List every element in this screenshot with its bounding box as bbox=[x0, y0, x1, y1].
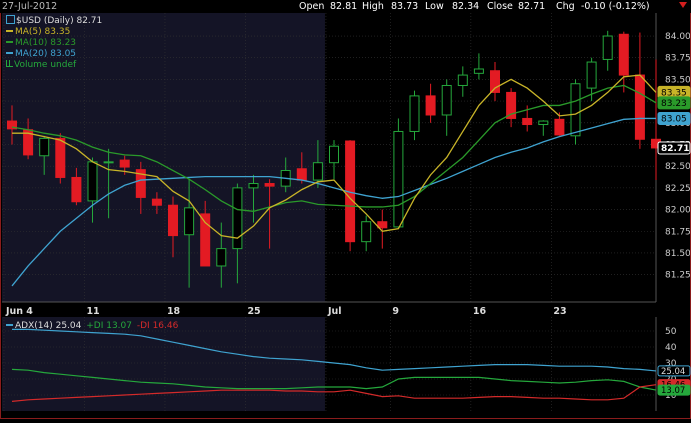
candle-body bbox=[71, 176, 82, 203]
ma10-line-icon bbox=[6, 41, 13, 43]
ma10-value-box-text: 83.23 bbox=[661, 99, 687, 109]
chart-svg: 84.0083.7583.5083.2583.0082.7582.5082.25… bbox=[0, 12, 691, 419]
candle-body bbox=[554, 118, 565, 136]
y-tick-label: 82.00 bbox=[665, 206, 691, 216]
x-tick-label: 16 bbox=[473, 306, 487, 317]
y-tick-label: 81.75 bbox=[665, 227, 691, 237]
candle-body bbox=[39, 137, 50, 157]
candle-body bbox=[232, 187, 243, 250]
legend-ma20: MA(20) 83.05 bbox=[6, 49, 76, 59]
candle-body bbox=[457, 74, 468, 86]
x-tick-label: 25 bbox=[247, 306, 260, 317]
pdi-value-box-text: 13.07 bbox=[661, 386, 685, 396]
volume-icon bbox=[6, 60, 13, 67]
ma5-line-icon bbox=[6, 30, 13, 32]
adx-y-tick-label: 40 bbox=[665, 343, 677, 353]
high-value: 83.73 bbox=[391, 1, 419, 12]
low-label: Low bbox=[425, 1, 444, 12]
candle-body bbox=[296, 168, 307, 181]
candle-body bbox=[216, 248, 227, 267]
high-label: High bbox=[362, 1, 384, 12]
adx-legend-text: ADX(14) 25.04 bbox=[15, 321, 82, 331]
x-tick-label: 9 bbox=[392, 306, 399, 317]
legend-volume-text: Volume undef bbox=[14, 60, 77, 70]
candle-body bbox=[490, 70, 500, 93]
ma20-value-box-text: 83.05 bbox=[661, 114, 687, 124]
y-tick-label: 83.50 bbox=[665, 75, 691, 85]
x-tick-label: 18 bbox=[167, 306, 181, 317]
candle-body bbox=[473, 68, 484, 74]
y-tick-label: 82.25 bbox=[665, 184, 691, 194]
candle-body bbox=[538, 120, 549, 126]
candle-body bbox=[441, 84, 452, 116]
candle-body bbox=[634, 74, 645, 140]
candle-body bbox=[409, 95, 420, 132]
candle-body bbox=[151, 198, 162, 206]
candle-icon bbox=[6, 15, 15, 24]
candle-body bbox=[168, 204, 178, 237]
close-label: Close bbox=[487, 1, 513, 12]
adx-value-box-text: 25.04 bbox=[661, 367, 685, 377]
y-tick-label: 83.75 bbox=[665, 54, 691, 64]
candle-body bbox=[586, 61, 597, 89]
date-label: 27-Jul-2012 bbox=[2, 1, 58, 12]
candle-body bbox=[377, 221, 388, 229]
candle-body bbox=[103, 161, 114, 164]
candle-body bbox=[87, 161, 98, 202]
adx-y-tick-label: 50 bbox=[665, 327, 677, 337]
adx-line-icon bbox=[6, 324, 13, 326]
chg-value: -0.10 (-0.12%) bbox=[581, 1, 650, 12]
legend-ma20-text: MA(20) 83.05 bbox=[15, 49, 77, 59]
candle-body bbox=[55, 137, 66, 178]
candle-body bbox=[264, 183, 275, 187]
x-tick-label: 11 bbox=[86, 306, 99, 317]
candle-body bbox=[329, 145, 339, 164]
candle-body bbox=[119, 159, 130, 168]
candle-body bbox=[312, 162, 323, 181]
pdi-legend-text: +DI 13.07 bbox=[86, 321, 132, 331]
legend-ma5-text: MA(5) 83.35 bbox=[15, 27, 71, 37]
ma20-line-icon bbox=[6, 52, 13, 54]
legend-symbol-text: $USD (Daily) 82.71 bbox=[16, 16, 103, 26]
collapse-arrow-icon[interactable] bbox=[679, 2, 687, 8]
y-tick-label: 82.50 bbox=[665, 162, 691, 172]
legend-ma5: MA(5) 83.35 bbox=[6, 27, 70, 37]
candle-body bbox=[184, 207, 195, 236]
legend-symbol: $USD (Daily) 82.71 bbox=[6, 15, 102, 26]
legend-ma10-text: MA(10) 83.23 bbox=[15, 38, 77, 48]
candle-body bbox=[393, 130, 404, 228]
low-value: 82.34 bbox=[452, 1, 480, 12]
last-price-box-text: 82.71 bbox=[661, 144, 689, 154]
legend-ma10: MA(10) 83.23 bbox=[6, 38, 76, 48]
candle-body bbox=[425, 95, 436, 116]
legend-volume: Volume undef bbox=[6, 60, 76, 70]
candle-body bbox=[570, 83, 581, 137]
chg-label: Chg bbox=[556, 1, 575, 12]
y-tick-label: 84.00 bbox=[665, 32, 691, 42]
candle-body bbox=[522, 117, 533, 126]
quote-header: 27-Jul-2012 Open 82.81 High 83.73 Low 82… bbox=[0, 0, 691, 13]
mdi-legend-text: -DI 16.46 bbox=[136, 321, 179, 331]
close-value: 82.71 bbox=[518, 1, 546, 12]
y-tick-label: 81.50 bbox=[665, 249, 691, 259]
candle-body bbox=[618, 33, 629, 76]
candle-body bbox=[602, 35, 613, 60]
candle-body bbox=[361, 221, 372, 243]
x-tick-label: 23 bbox=[553, 306, 566, 317]
x-tick-label: Jul bbox=[327, 306, 342, 317]
x-tick-label: Jun 4 bbox=[5, 306, 33, 317]
adx-legend: ADX(14) 25.04 +DI 13.07 -DI 16.46 bbox=[6, 321, 178, 331]
candle-body bbox=[248, 183, 259, 189]
open-value: 82.81 bbox=[330, 1, 358, 12]
y-tick-label: 81.25 bbox=[665, 271, 691, 281]
open-label: Open bbox=[299, 1, 325, 12]
